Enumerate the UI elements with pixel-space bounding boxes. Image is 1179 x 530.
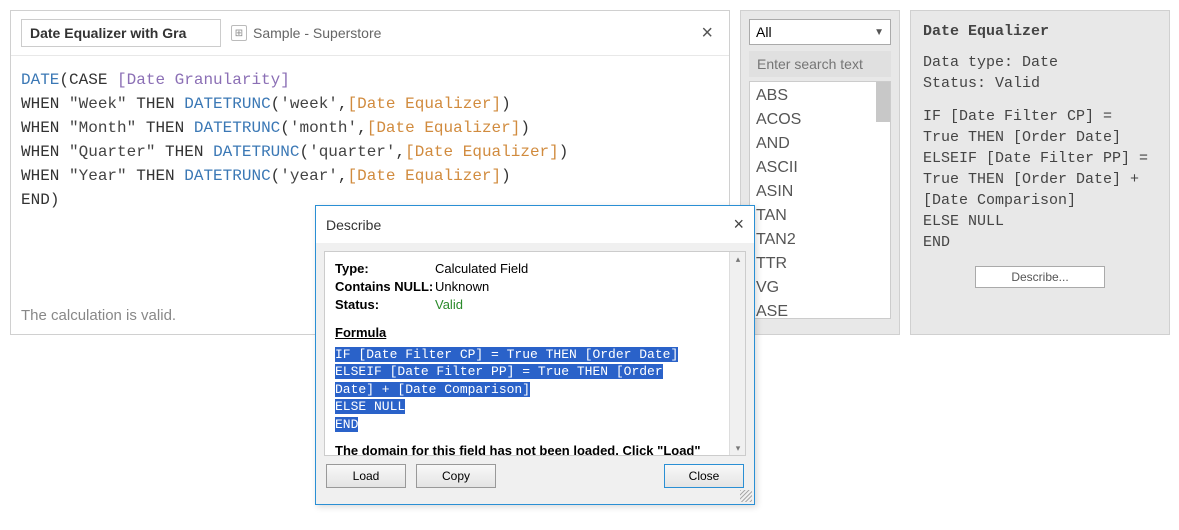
describe-dialog: Describe × Type:Calculated Field Contain… [315, 205, 755, 505]
function-panel: All ▼ ABS ACOS AND ASCII ASIN TAN TAN2 T… [740, 10, 900, 335]
editor-header: ⊞ Sample - Superstore × [11, 11, 729, 56]
chevron-down-icon: ▼ [874, 27, 884, 38]
formula-editor[interactable]: DATE(CASE [Date Granularity] WHEN "Week"… [11, 56, 729, 224]
function-item[interactable]: ACOS [756, 108, 884, 132]
function-category-select[interactable]: All ▼ [749, 19, 891, 45]
function-list[interactable]: ABS ACOS AND ASCII ASIN TAN TAN2 TTR VG … [749, 81, 891, 319]
datasource-icon: ⊞ [231, 25, 247, 41]
function-item[interactable]: ASCII [756, 156, 884, 180]
function-item[interactable]: TAN2 [756, 228, 884, 252]
type-value: Calculated Field [435, 260, 528, 278]
datasource-label: Sample - Superstore [253, 25, 381, 41]
dialog-titlebar[interactable]: Describe × [316, 206, 754, 243]
function-item[interactable]: ASIN [756, 180, 884, 204]
dialog-scrollbar[interactable]: ▴ ▾ [729, 252, 745, 455]
domain-load-note: The domain for this field has not been l… [335, 443, 735, 458]
copy-button[interactable]: Copy [416, 464, 496, 488]
close-icon[interactable]: × [733, 214, 744, 235]
function-item[interactable]: TTR [756, 252, 884, 276]
status-label: Status: [335, 296, 435, 314]
function-search-input[interactable] [749, 51, 891, 77]
scrollbar-thumb[interactable] [876, 82, 890, 122]
status-value: Valid [435, 296, 463, 314]
close-icon[interactable]: × [695, 22, 719, 45]
field-name-input[interactable] [21, 19, 221, 47]
function-item[interactable]: VG [756, 276, 884, 300]
function-item[interactable]: AND [756, 132, 884, 156]
help-formula: IF [Date Filter CP] = True THEN [Order D… [923, 106, 1157, 256]
help-meta: Data type: Date Status: Valid [923, 52, 1157, 94]
function-item[interactable]: TAN [756, 204, 884, 228]
dialog-body: Type:Calculated Field Contains NULL:Unkn… [324, 251, 746, 456]
contains-null-label: Contains NULL: [335, 278, 435, 296]
close-button[interactable]: Close [664, 464, 744, 488]
type-label: Type: [335, 260, 435, 278]
contains-null-value: Unknown [435, 278, 489, 296]
dialog-title-text: Describe [326, 217, 381, 233]
field-help-panel: Date Equalizer Data type: Date Status: V… [910, 10, 1170, 335]
function-item[interactable]: ABS [756, 84, 884, 108]
scroll-up-icon[interactable]: ▴ [730, 252, 746, 266]
datasource-picker[interactable]: ⊞ Sample - Superstore [231, 25, 381, 41]
help-title: Date Equalizer [923, 23, 1157, 40]
formula-header: Formula [335, 325, 735, 340]
describe-button[interactable]: Describe... [975, 266, 1105, 288]
function-category-value: All [756, 24, 772, 40]
load-button[interactable]: Load [326, 464, 406, 488]
scroll-down-icon[interactable]: ▾ [730, 441, 746, 455]
resize-grip[interactable] [740, 490, 752, 502]
formula-text[interactable]: IF [Date Filter CP] = True THEN [Order D… [335, 346, 735, 434]
function-item[interactable]: ASE [756, 300, 884, 319]
